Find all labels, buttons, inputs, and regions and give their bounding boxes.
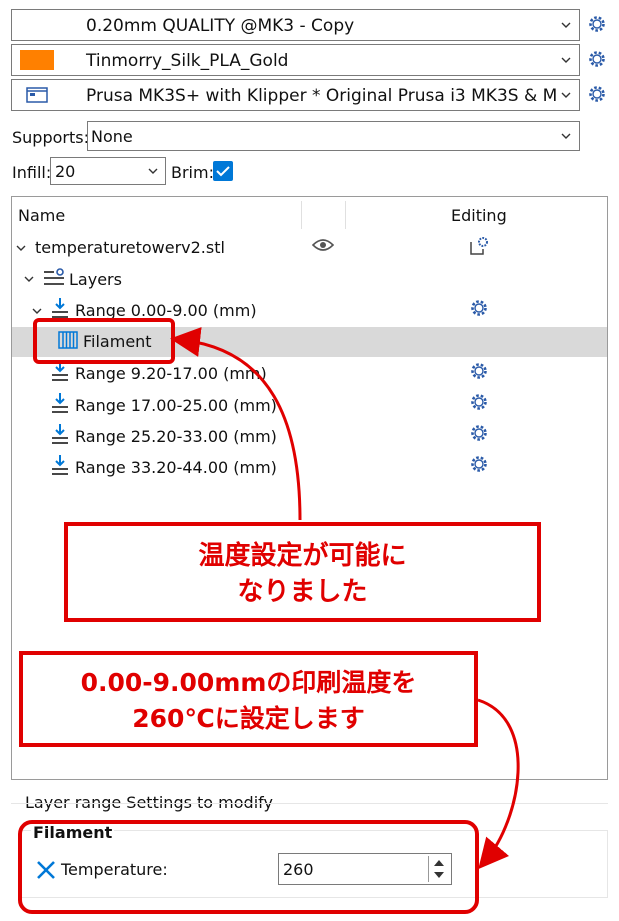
annotation-arrows — [170, 327, 520, 870]
